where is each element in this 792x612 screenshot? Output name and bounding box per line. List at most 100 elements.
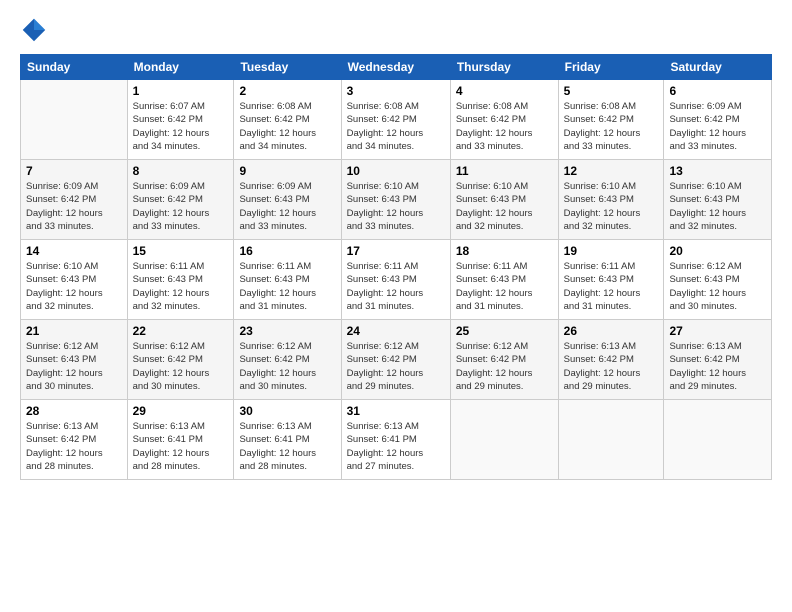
calendar-cell: 24 Sunrise: 6:12 AM Sunset: 6:42 PM Dayli… (341, 320, 450, 400)
day-number: 7 (26, 164, 122, 178)
calendar-table: SundayMondayTuesdayWednesdayThursdayFrid… (20, 54, 772, 480)
calendar-cell: 9 Sunrise: 6:09 AM Sunset: 6:43 PM Daylig… (234, 160, 341, 240)
calendar-cell: 30 Sunrise: 6:13 AM Sunset: 6:41 PM Dayli… (234, 400, 341, 480)
calendar-cell: 8 Sunrise: 6:09 AM Sunset: 6:42 PM Daylig… (127, 160, 234, 240)
day-info: Sunrise: 6:13 AM Sunset: 6:41 PM Dayligh… (347, 420, 445, 473)
day-header-monday: Monday (127, 55, 234, 80)
day-info: Sunrise: 6:12 AM Sunset: 6:43 PM Dayligh… (26, 340, 122, 393)
day-info: Sunrise: 6:13 AM Sunset: 6:42 PM Dayligh… (564, 340, 659, 393)
day-number: 31 (347, 404, 445, 418)
day-number: 29 (133, 404, 229, 418)
calendar-cell: 13 Sunrise: 6:10 AM Sunset: 6:43 PM Dayli… (664, 160, 772, 240)
day-number: 18 (456, 244, 553, 258)
day-number: 1 (133, 84, 229, 98)
calendar-cell: 28 Sunrise: 6:13 AM Sunset: 6:42 PM Dayli… (21, 400, 128, 480)
day-info: Sunrise: 6:09 AM Sunset: 6:42 PM Dayligh… (669, 100, 766, 153)
calendar-cell: 12Sunrise: 6:10 AM Sunset: 6:43 PM Dayli… (558, 160, 664, 240)
day-number: 30 (239, 404, 335, 418)
calendar-cell: 7 Sunrise: 6:09 AM Sunset: 6:42 PM Daylig… (21, 160, 128, 240)
day-number: 8 (133, 164, 229, 178)
day-info: Sunrise: 6:13 AM Sunset: 6:41 PM Dayligh… (133, 420, 229, 473)
calendar-week-row: 7 Sunrise: 6:09 AM Sunset: 6:42 PM Daylig… (21, 160, 772, 240)
day-info: Sunrise: 6:10 AM Sunset: 6:43 PM Dayligh… (456, 180, 553, 233)
calendar-cell: 11 Sunrise: 6:10 AM Sunset: 6:43 PM Dayli… (450, 160, 558, 240)
calendar-cell (558, 400, 664, 480)
day-number: 6 (669, 84, 766, 98)
day-info: Sunrise: 6:10 AM Sunset: 6:43 PM Dayligh… (347, 180, 445, 233)
calendar-cell: 23 Sunrise: 6:12 AM Sunset: 6:42 PM Dayli… (234, 320, 341, 400)
day-header-thursday: Thursday (450, 55, 558, 80)
day-info: Sunrise: 6:12 AM Sunset: 6:42 PM Dayligh… (239, 340, 335, 393)
day-info: Sunrise: 6:08 AM Sunset: 6:42 PM Dayligh… (456, 100, 553, 153)
day-header-saturday: Saturday (664, 55, 772, 80)
calendar-week-row: 1 Sunrise: 6:07 AM Sunset: 6:42 PM Daylig… (21, 80, 772, 160)
calendar-cell (21, 80, 128, 160)
calendar-cell: 14Sunrise: 6:10 AM Sunset: 6:43 PM Dayli… (21, 240, 128, 320)
day-info: Sunrise: 6:11 AM Sunset: 6:43 PM Dayligh… (133, 260, 229, 313)
calendar-cell: 4 Sunrise: 6:08 AM Sunset: 6:42 PM Daylig… (450, 80, 558, 160)
calendar-cell: 27 Sunrise: 6:13 AM Sunset: 6:42 PM Dayli… (664, 320, 772, 400)
day-info: Sunrise: 6:11 AM Sunset: 6:43 PM Dayligh… (564, 260, 659, 313)
calendar-cell: 22 Sunrise: 6:12 AM Sunset: 6:42 PM Dayli… (127, 320, 234, 400)
calendar-cell: 20Sunrise: 6:12 AM Sunset: 6:43 PM Dayli… (664, 240, 772, 320)
day-number: 20 (669, 244, 766, 258)
calendar-cell: 6 Sunrise: 6:09 AM Sunset: 6:42 PM Daylig… (664, 80, 772, 160)
day-number: 9 (239, 164, 335, 178)
day-info: Sunrise: 6:13 AM Sunset: 6:42 PM Dayligh… (26, 420, 122, 473)
day-number: 3 (347, 84, 445, 98)
calendar-cell (664, 400, 772, 480)
calendar-cell: 21 Sunrise: 6:12 AM Sunset: 6:43 PM Dayli… (21, 320, 128, 400)
day-number: 13 (669, 164, 766, 178)
calendar-cell: 3Sunrise: 6:08 AM Sunset: 6:42 PM Daylig… (341, 80, 450, 160)
day-info: Sunrise: 6:12 AM Sunset: 6:42 PM Dayligh… (456, 340, 553, 393)
day-number: 12 (564, 164, 659, 178)
day-info: Sunrise: 6:08 AM Sunset: 6:42 PM Dayligh… (564, 100, 659, 153)
day-info: Sunrise: 6:09 AM Sunset: 6:43 PM Dayligh… (239, 180, 335, 233)
header (20, 16, 772, 44)
page: SundayMondayTuesdayWednesdayThursdayFrid… (0, 0, 792, 612)
day-header-wednesday: Wednesday (341, 55, 450, 80)
calendar-week-row: 28 Sunrise: 6:13 AM Sunset: 6:42 PM Dayli… (21, 400, 772, 480)
day-info: Sunrise: 6:11 AM Sunset: 6:43 PM Dayligh… (239, 260, 335, 313)
day-info: Sunrise: 6:09 AM Sunset: 6:42 PM Dayligh… (133, 180, 229, 233)
day-number: 19 (564, 244, 659, 258)
day-info: Sunrise: 6:11 AM Sunset: 6:43 PM Dayligh… (456, 260, 553, 313)
calendar-cell: 10 Sunrise: 6:10 AM Sunset: 6:43 PM Dayli… (341, 160, 450, 240)
calendar-cell: 25Sunrise: 6:12 AM Sunset: 6:42 PM Dayli… (450, 320, 558, 400)
day-number: 28 (26, 404, 122, 418)
calendar-cell: 17Sunrise: 6:11 AM Sunset: 6:43 PM Dayli… (341, 240, 450, 320)
calendar-cell: 1 Sunrise: 6:07 AM Sunset: 6:42 PM Daylig… (127, 80, 234, 160)
day-info: Sunrise: 6:13 AM Sunset: 6:42 PM Dayligh… (669, 340, 766, 393)
day-number: 27 (669, 324, 766, 338)
calendar-cell: 31 Sunrise: 6:13 AM Sunset: 6:41 PM Dayli… (341, 400, 450, 480)
day-number: 23 (239, 324, 335, 338)
day-info: Sunrise: 6:10 AM Sunset: 6:43 PM Dayligh… (669, 180, 766, 233)
day-number: 4 (456, 84, 553, 98)
day-info: Sunrise: 6:11 AM Sunset: 6:43 PM Dayligh… (347, 260, 445, 313)
day-info: Sunrise: 6:07 AM Sunset: 6:42 PM Dayligh… (133, 100, 229, 153)
day-info: Sunrise: 6:13 AM Sunset: 6:41 PM Dayligh… (239, 420, 335, 473)
day-number: 24 (347, 324, 445, 338)
calendar-cell: 2Sunrise: 6:08 AM Sunset: 6:42 PM Daylig… (234, 80, 341, 160)
calendar-cell: 29 Sunrise: 6:13 AM Sunset: 6:41 PM Dayli… (127, 400, 234, 480)
calendar-cell: 15Sunrise: 6:11 AM Sunset: 6:43 PM Dayli… (127, 240, 234, 320)
day-number: 21 (26, 324, 122, 338)
day-info: Sunrise: 6:12 AM Sunset: 6:42 PM Dayligh… (347, 340, 445, 393)
calendar-cell (450, 400, 558, 480)
calendar-cell: 16Sunrise: 6:11 AM Sunset: 6:43 PM Dayli… (234, 240, 341, 320)
day-number: 22 (133, 324, 229, 338)
day-number: 14 (26, 244, 122, 258)
calendar-week-row: 14Sunrise: 6:10 AM Sunset: 6:43 PM Dayli… (21, 240, 772, 320)
calendar-header-row: SundayMondayTuesdayWednesdayThursdayFrid… (21, 55, 772, 80)
day-number: 26 (564, 324, 659, 338)
day-info: Sunrise: 6:09 AM Sunset: 6:42 PM Dayligh… (26, 180, 122, 233)
calendar-cell: 18 Sunrise: 6:11 AM Sunset: 6:43 PM Dayli… (450, 240, 558, 320)
day-info: Sunrise: 6:12 AM Sunset: 6:42 PM Dayligh… (133, 340, 229, 393)
calendar-week-row: 21 Sunrise: 6:12 AM Sunset: 6:43 PM Dayli… (21, 320, 772, 400)
day-header-tuesday: Tuesday (234, 55, 341, 80)
logo (20, 16, 52, 44)
day-number: 2 (239, 84, 335, 98)
day-number: 11 (456, 164, 553, 178)
day-header-friday: Friday (558, 55, 664, 80)
day-number: 10 (347, 164, 445, 178)
